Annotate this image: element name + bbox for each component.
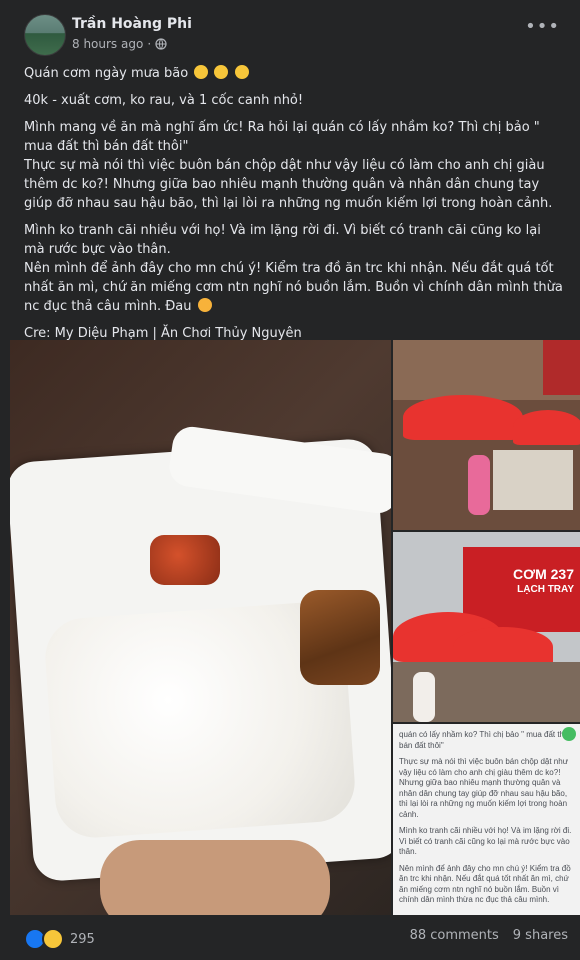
post-footer: 295 88 comments 9 shares bbox=[0, 915, 580, 960]
post-paragraph-1b: Thực sự mà nói thì việc buôn bán chộp dậ… bbox=[24, 158, 553, 211]
avatar[interactable] bbox=[24, 14, 66, 56]
facebook-post: Trần Hoàng Phi 8 hours ago · ••• Quán cơ… bbox=[0, 0, 580, 960]
red-umbrella bbox=[453, 627, 553, 667]
globe-icon bbox=[155, 38, 167, 50]
chat-badge-icon bbox=[562, 727, 576, 741]
post-meta: 8 hours ago · bbox=[72, 37, 167, 51]
author-name[interactable]: Trần Hoàng Phi bbox=[72, 16, 192, 32]
hand bbox=[100, 840, 330, 915]
post-paragraph-1: Mình mang về ăn mà nghĩ ấm ức! Ra hỏi lạ… bbox=[24, 120, 540, 154]
braised-pork-large bbox=[300, 590, 380, 685]
reaction-count: 295 bbox=[70, 931, 95, 947]
post-text: Quán cơm ngày mưa bão 40k - xuất cơm, ko… bbox=[24, 64, 564, 351]
braised-pork-small bbox=[150, 535, 220, 585]
red-umbrella bbox=[403, 395, 523, 440]
post-time[interactable]: 8 hours ago bbox=[72, 37, 143, 51]
engagement-counts: 88 comments 9 shares bbox=[410, 928, 568, 943]
post-header: Trần Hoàng Phi 8 hours ago · ••• bbox=[0, 0, 580, 60]
sad-emoji-icon bbox=[197, 298, 212, 312]
person bbox=[413, 672, 435, 722]
more-options-icon[interactable]: ••• bbox=[525, 18, 560, 36]
post-paragraph-2b: Nên mình để ảnh đây cho mn chú ý! Kiểm t… bbox=[24, 261, 563, 314]
photo-post-screenshot[interactable]: quán có lấy nhầm ko? Thì chị bảo " mua đ… bbox=[393, 724, 580, 915]
photo-shop-sign[interactable]: CƠM 237 LẠCH TRAY bbox=[393, 532, 580, 722]
poster bbox=[543, 340, 580, 395]
reactions-summary[interactable]: 295 bbox=[24, 928, 95, 950]
photo-rice-box[interactable] bbox=[10, 340, 391, 915]
post-paragraph-2: Mình ko tranh cãi nhiều với họ! Và im lặ… bbox=[24, 223, 541, 257]
shares-count[interactable]: 9 shares bbox=[513, 928, 568, 943]
post-line-price: 40k - xuất cơm, ko rau, và 1 cốc canh nh… bbox=[24, 93, 304, 108]
screenshot-text: quán có lấy nhầm ko? Thì chị bảo " mua đ… bbox=[399, 730, 572, 904]
photo-shop-front[interactable] bbox=[393, 340, 580, 530]
laughing-emoji-icon bbox=[214, 65, 229, 79]
laughing-emoji-icon bbox=[194, 65, 209, 79]
photo-grid: CƠM 237 LẠCH TRAY quán có lấy nhầm ko? T… bbox=[10, 340, 580, 915]
food-cart bbox=[493, 450, 573, 510]
comments-count[interactable]: 88 comments bbox=[410, 928, 499, 943]
red-umbrella bbox=[513, 410, 580, 445]
post-line-title: Quán cơm ngày mưa bão bbox=[24, 64, 564, 83]
person bbox=[468, 455, 490, 515]
haha-reaction-icon bbox=[42, 928, 64, 950]
laughing-emoji-icon bbox=[234, 65, 249, 79]
